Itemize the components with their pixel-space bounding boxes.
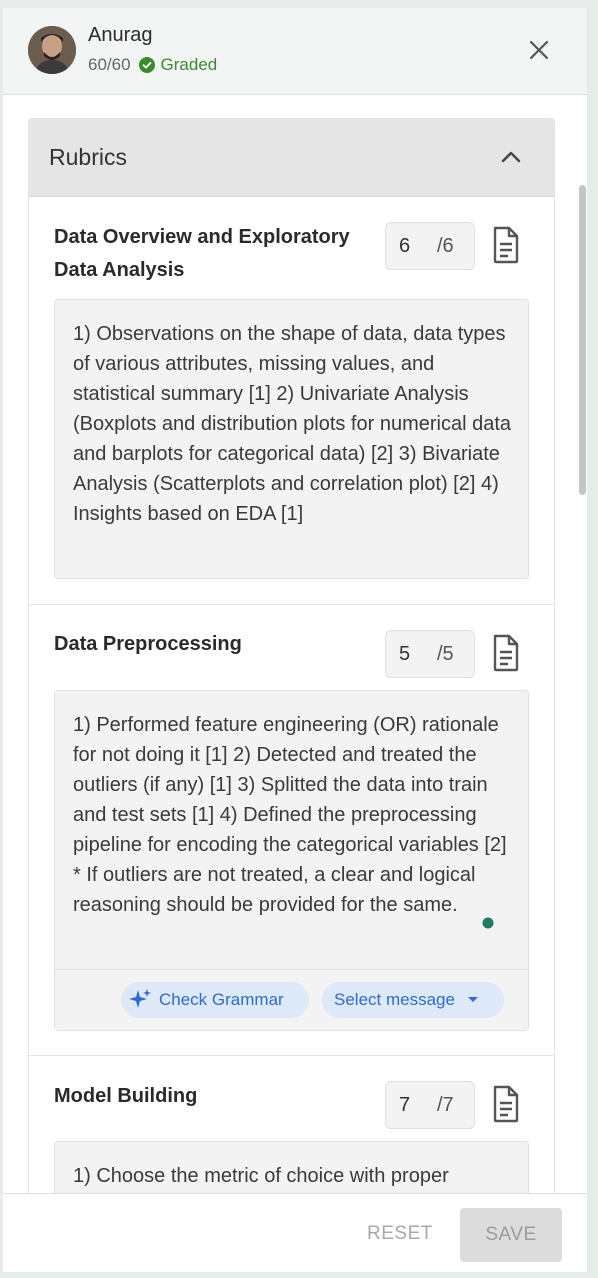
scroll-content[interactable]: Rubrics Data Overview and Exploratory Da… bbox=[3, 95, 587, 1193]
scrollbar-thumb[interactable] bbox=[579, 185, 586, 495]
sparkle-icon bbox=[129, 989, 151, 1008]
rubric-section-eda: Data Overview and Exploratory Data Analy… bbox=[29, 197, 554, 605]
rubric-description-text: 1) Choose the metric of choice with prop… bbox=[73, 1165, 449, 1187]
mark-input[interactable]: 5 /5 bbox=[385, 630, 475, 678]
rubrics-card-header[interactable]: Rubrics bbox=[29, 119, 554, 197]
check-grammar-button[interactable]: Check Grammar bbox=[121, 982, 309, 1018]
mark-max: /5 bbox=[437, 643, 454, 665]
rubric-section-model-building: Model Building 7 /7 1) Choose the metric… bbox=[29, 1056, 554, 1193]
caret-down-icon bbox=[467, 997, 478, 1002]
rubric-title: Data Overview and Exploratory Data Analy… bbox=[54, 226, 350, 281]
check-circle-icon bbox=[138, 57, 155, 73]
rubric-description[interactable]: 1) Choose the metric of choice with prop… bbox=[54, 1141, 529, 1193]
rubric-feedback-editor[interactable]: 1) Performed feature engineering (OR) ra… bbox=[54, 690, 529, 1031]
rubric-section-preprocessing: Data Preprocessing 5 /5 1) Performed fea… bbox=[29, 605, 554, 1056]
action-footer: RESET SAVE bbox=[3, 1193, 587, 1272]
select-message-label: Select message bbox=[334, 990, 455, 1009]
score-line: 60/60 Graded bbox=[88, 55, 217, 75]
mark-max: /7 bbox=[437, 1094, 454, 1116]
mark-max: /6 bbox=[437, 235, 454, 257]
save-button[interactable]: SAVE bbox=[460, 1208, 562, 1262]
avatar bbox=[28, 26, 76, 74]
editor-toolbar: Check Grammar Select message bbox=[55, 969, 528, 1030]
rubric-description-text: 1) Observations on the shape of data, da… bbox=[73, 323, 512, 525]
student-name: Anurag bbox=[88, 24, 153, 46]
close-icon[interactable] bbox=[525, 36, 553, 64]
mark-input[interactable]: 7 /7 bbox=[385, 1081, 475, 1129]
rubrics-title: Rubrics bbox=[49, 144, 127, 170]
grammar-status-dot bbox=[482, 917, 494, 929]
rubrics-card: Rubrics Data Overview and Exploratory Da… bbox=[28, 118, 555, 1193]
rubric-title: Model Building bbox=[54, 1085, 198, 1107]
mark-input[interactable]: 6 /6 bbox=[385, 222, 475, 270]
document-icon[interactable] bbox=[491, 634, 521, 672]
rubric-description[interactable]: 1) Observations on the shape of data, da… bbox=[54, 299, 529, 579]
rubric-description-text: 1) Performed feature engineering (OR) ra… bbox=[73, 714, 507, 916]
rubric-title: Data Preprocessing bbox=[54, 633, 242, 655]
document-icon[interactable] bbox=[491, 226, 521, 264]
reset-button[interactable]: RESET bbox=[367, 1223, 433, 1245]
chevron-up-icon[interactable] bbox=[499, 147, 523, 167]
avatar-image bbox=[28, 26, 76, 74]
status-badge: Graded bbox=[160, 55, 218, 74]
student-header: Anurag 60/60 Graded bbox=[3, 8, 587, 95]
mark-value: 5 bbox=[399, 643, 411, 665]
total-score: 60/60 bbox=[88, 55, 131, 74]
grading-panel: Anurag 60/60 Graded Rubrics Data Overvie… bbox=[3, 8, 587, 1272]
mark-value: 7 bbox=[399, 1094, 411, 1116]
mark-value: 6 bbox=[399, 235, 411, 257]
document-icon[interactable] bbox=[491, 1085, 521, 1123]
select-message-dropdown[interactable]: Select message bbox=[322, 982, 504, 1018]
check-grammar-label: Check Grammar bbox=[159, 990, 284, 1009]
